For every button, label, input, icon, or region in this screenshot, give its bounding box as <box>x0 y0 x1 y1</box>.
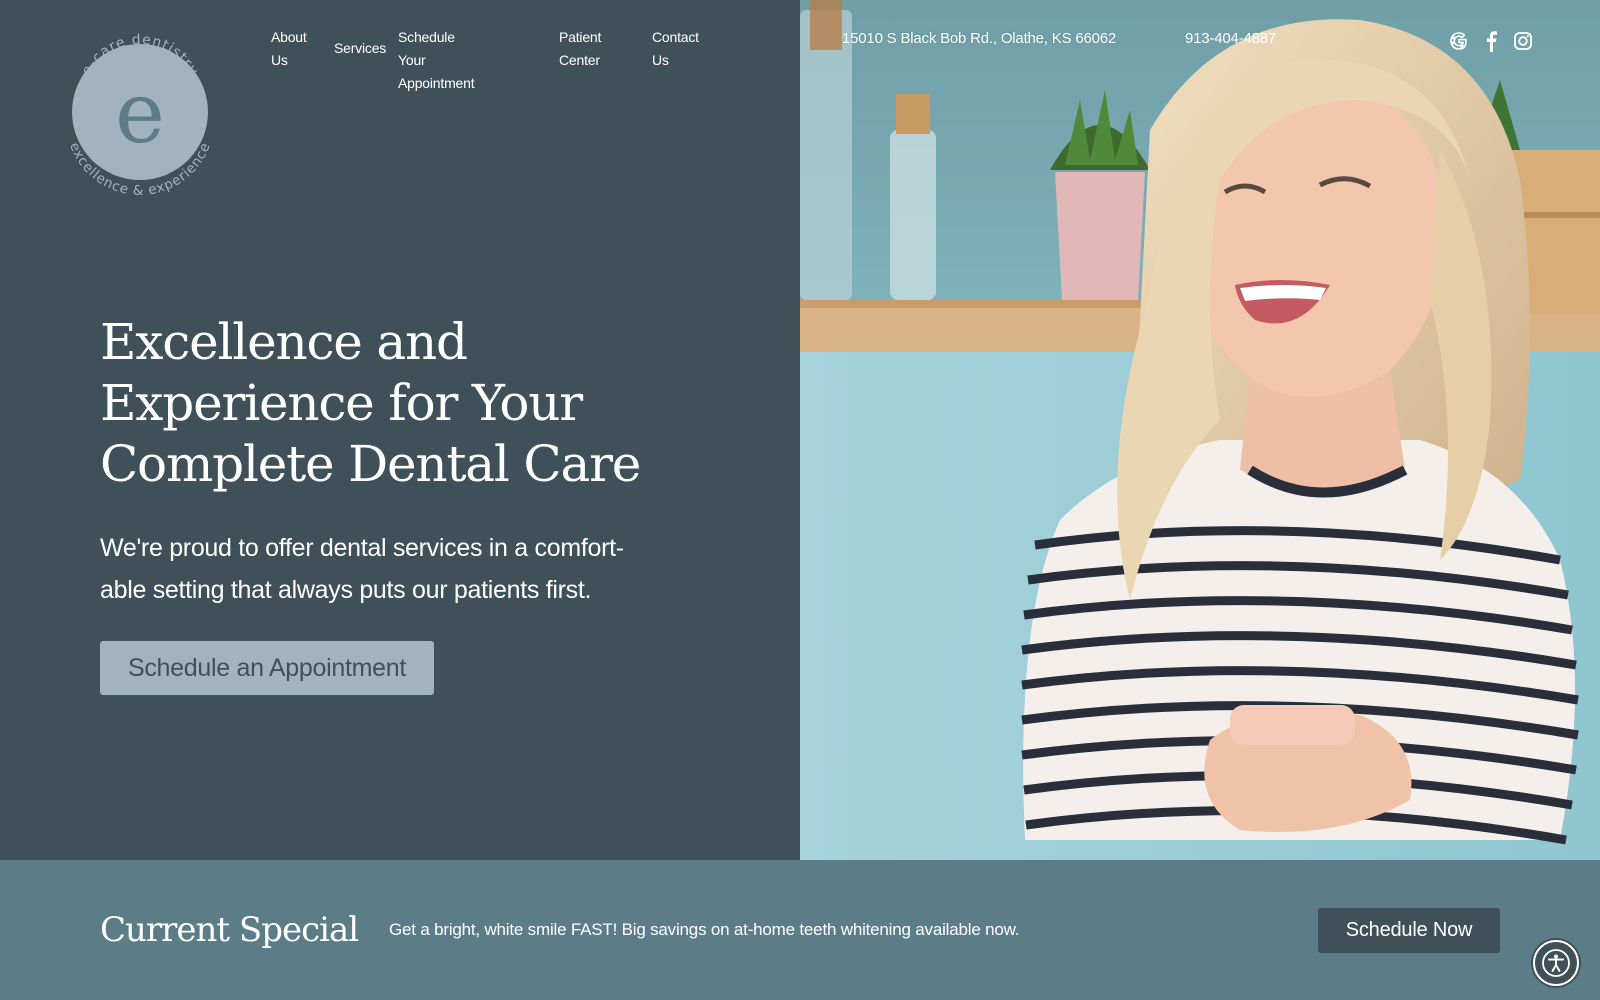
instagram-icon[interactable] <box>1512 30 1534 52</box>
nav-item-label: Schedule Your <box>398 29 455 68</box>
social-links <box>1448 30 1534 52</box>
nav-item-label: Us <box>271 52 288 68</box>
nav-item-label: Patient <box>559 29 602 45</box>
nav-item-about-us[interactable]: About Us <box>271 26 307 72</box>
hero-title: Excellence and Experience for Your Compl… <box>100 313 641 493</box>
nav-item-schedule-appointment[interactable]: Schedule Your Appointment <box>398 26 475 95</box>
hero-photo <box>800 0 1600 860</box>
accessibility-icon <box>1542 949 1570 977</box>
nav-item-label: Appointment <box>398 75 475 91</box>
hero-subtitle-line: able setting that always puts our patien… <box>100 576 592 604</box>
nav-item-label: Services <box>334 40 387 56</box>
nav-item-services[interactable]: Services <box>334 37 386 60</box>
site-logo[interactable]: e e-care dentistry excellence & experien… <box>56 20 224 202</box>
nav-item-label: About <box>271 29 307 45</box>
logo-mark: e e-care dentistry excellence & experien… <box>66 32 213 199</box>
logo-letter: e <box>115 64 165 162</box>
address-link[interactable]: 15010 S Black Bob Rd., Olathe, KS 66062 <box>842 28 1116 50</box>
hero-photo-illustration <box>800 0 1600 860</box>
nav-item-patient-center[interactable]: Patient Center <box>559 26 601 72</box>
schedule-appointment-button[interactable]: Schedule an Appointment <box>100 641 434 695</box>
phone-link[interactable]: 913-404-4887 <box>1185 28 1276 50</box>
google-icon[interactable] <box>1448 30 1470 52</box>
special-title: Current Special <box>100 910 359 950</box>
hero-subtitle: We're proud to offer dental services in … <box>100 527 660 611</box>
facebook-icon[interactable] <box>1480 30 1502 52</box>
schedule-now-button[interactable]: Schedule Now <box>1318 908 1500 953</box>
nav-item-contact-us[interactable]: Contact Us <box>652 26 699 72</box>
accessibility-button[interactable] <box>1533 940 1579 986</box>
nav-item-label: Us <box>652 52 669 68</box>
nav-item-label: Contact <box>652 29 699 45</box>
nav-item-label: Center <box>559 52 600 68</box>
hero-subtitle-line: We're proud to offer dental services in … <box>100 534 624 562</box>
special-text: Get a bright, white smile FAST! Big savi… <box>389 920 1020 939</box>
